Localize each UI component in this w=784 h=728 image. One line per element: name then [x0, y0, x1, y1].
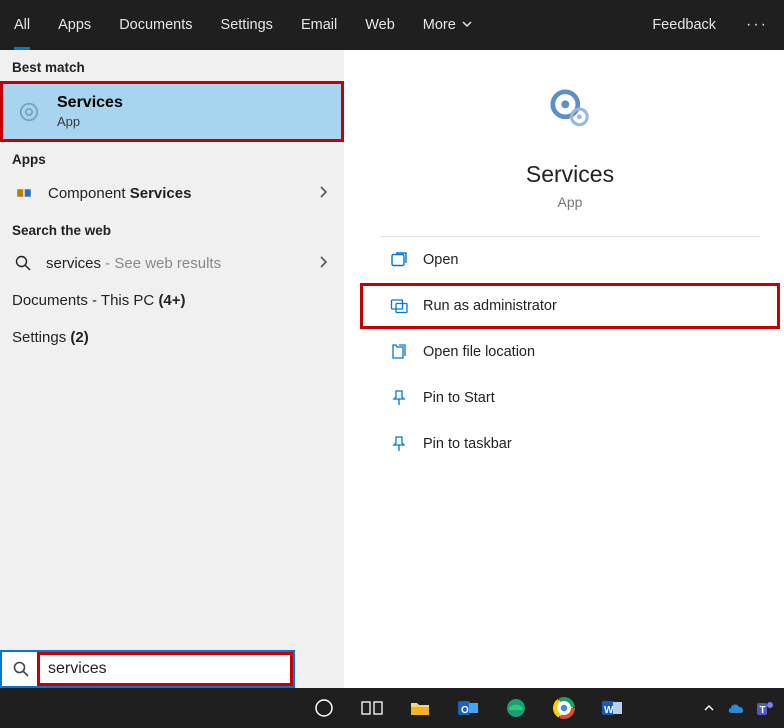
pin-icon — [389, 388, 409, 408]
start-search-box[interactable] — [0, 650, 295, 688]
svg-text:O: O — [461, 705, 469, 716]
tray-onedrive-icon[interactable] — [726, 697, 748, 719]
action-open[interactable]: Open — [360, 237, 780, 283]
result-component-services-label: Component Services — [48, 185, 191, 202]
search-icon — [12, 660, 30, 678]
section-apps: Apps — [0, 142, 344, 173]
best-match-title: Services — [57, 94, 123, 112]
tray-chevron-up-icon[interactable] — [698, 697, 720, 719]
action-open-file-location-label: Open file location — [423, 344, 535, 360]
overflow-menu-icon[interactable]: ··· — [730, 16, 784, 34]
svg-text:W: W — [604, 705, 614, 716]
detail-app-icon — [356, 84, 784, 139]
taskbar-word-icon[interactable]: W — [588, 688, 636, 728]
action-open-label: Open — [423, 252, 458, 268]
component-services-icon — [14, 183, 34, 203]
action-pin-to-start[interactable]: Pin to Start — [360, 375, 780, 421]
tab-apps[interactable]: Apps — [44, 0, 105, 50]
result-component-services[interactable]: Component Services — [0, 173, 344, 213]
settings-count: (2) — [70, 329, 88, 346]
taskbar-file-explorer-icon[interactable] — [396, 688, 444, 728]
web-query-text: services — [46, 255, 101, 272]
search-filter-tabs: All Apps Documents Settings Email Web Mo… — [0, 0, 784, 50]
chevron-down-icon — [462, 17, 472, 33]
tab-settings[interactable]: Settings — [207, 0, 287, 50]
web-suffix-text: - See web results — [101, 255, 221, 272]
result-detail-panel: Services App Open Run as administrator O… — [356, 50, 784, 688]
shield-icon — [389, 296, 409, 316]
system-tray: T — [698, 697, 784, 719]
label-bold: Services — [130, 185, 192, 202]
search-input[interactable] — [48, 660, 248, 678]
documents-prefix: Documents - This PC — [12, 292, 158, 309]
result-documents[interactable]: Documents - This PC (4+) — [0, 282, 344, 319]
taskbar: O W T — [0, 688, 784, 728]
action-pin-to-start-label: Pin to Start — [423, 390, 495, 406]
result-search-web[interactable]: services - See web results — [0, 244, 344, 282]
result-settings[interactable]: Settings (2) — [0, 319, 344, 356]
feedback-link[interactable]: Feedback — [638, 17, 730, 33]
action-pin-to-taskbar-label: Pin to taskbar — [423, 436, 512, 452]
tab-email[interactable]: Email — [287, 0, 351, 50]
folder-icon — [389, 342, 409, 362]
tab-more-label: More — [423, 17, 456, 33]
chevron-right-icon — [318, 255, 328, 272]
gear-icon — [17, 100, 41, 124]
svg-text:T: T — [760, 705, 766, 716]
best-match-subtitle: App — [57, 114, 123, 129]
action-pin-to-taskbar[interactable]: Pin to taskbar — [360, 421, 780, 467]
taskbar-cortana-icon[interactable] — [300, 688, 348, 728]
open-icon — [389, 250, 409, 270]
tray-teams-icon[interactable]: T — [754, 697, 776, 719]
action-open-file-location[interactable]: Open file location — [360, 329, 780, 375]
search-icon — [14, 254, 32, 272]
action-run-as-administrator-label: Run as administrator — [423, 298, 557, 314]
label-prefix: Component — [48, 185, 130, 202]
taskbar-chrome-icon[interactable] — [540, 688, 588, 728]
tab-documents[interactable]: Documents — [105, 0, 206, 50]
pin-icon — [389, 434, 409, 454]
action-run-as-administrator[interactable]: Run as administrator — [360, 283, 780, 329]
documents-count: (4+) — [158, 292, 185, 309]
tab-more[interactable]: More — [409, 0, 486, 50]
detail-subtitle: App — [356, 194, 784, 210]
taskbar-outlook-icon[interactable]: O — [444, 688, 492, 728]
taskbar-edge-icon[interactable] — [492, 688, 540, 728]
search-results-panel: Best match Services App Apps Component S… — [0, 50, 344, 688]
section-best-match: Best match — [0, 50, 344, 81]
settings-prefix: Settings — [12, 329, 70, 346]
taskbar-taskview-icon[interactable] — [348, 688, 396, 728]
taskbar-search-area — [0, 688, 300, 728]
chevron-right-icon — [318, 185, 328, 202]
section-search-web: Search the web — [0, 213, 344, 244]
detail-title: Services — [356, 161, 784, 188]
tab-all[interactable]: All — [0, 0, 44, 50]
best-match-item[interactable]: Services App — [0, 81, 344, 142]
tab-web[interactable]: Web — [351, 0, 409, 50]
gear-icon — [545, 84, 595, 139]
result-search-web-label: services - See web results — [46, 255, 221, 272]
